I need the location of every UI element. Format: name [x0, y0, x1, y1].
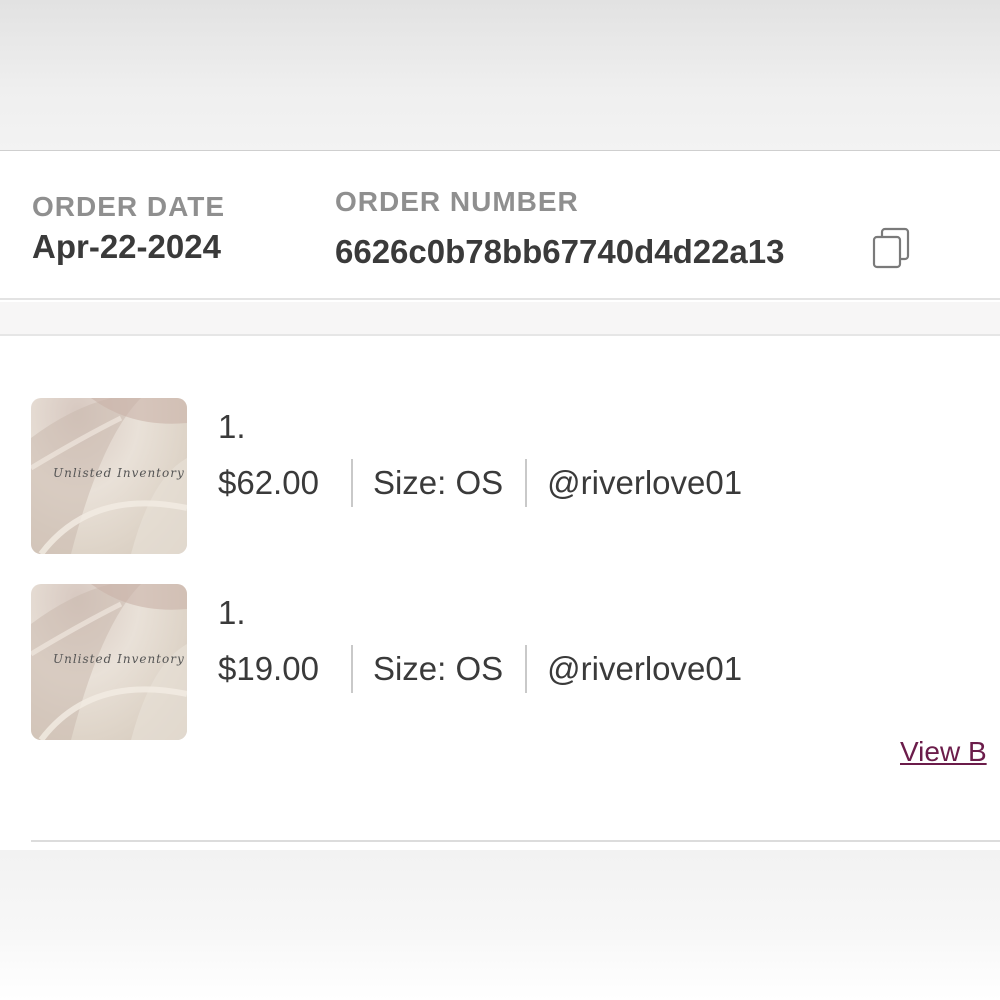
item-index: 1.	[218, 594, 246, 631]
copy-order-number-button[interactable]	[870, 226, 914, 270]
product-thumbnail[interactable]: Unlisted Inventory	[31, 584, 187, 740]
thumbnail-watermark: Unlisted Inventory	[53, 652, 185, 666]
order-card: ORDER DATE Apr-22-2024 ORDER NUMBER 6626…	[0, 150, 1000, 850]
seller-username-link[interactable]: @riverlove01	[547, 464, 742, 502]
divider	[525, 459, 528, 507]
thumbnail-watermark: Unlisted Inventory	[53, 466, 185, 480]
seller-username-link[interactable]: @riverlove01	[547, 650, 742, 688]
divider	[525, 645, 528, 693]
copy-icon	[872, 227, 910, 269]
order-header: ORDER DATE Apr-22-2024 ORDER NUMBER 6626…	[0, 150, 1000, 300]
order-date-value: Apr-22-2024	[32, 228, 221, 265]
view-bundle-link[interactable]: View B	[900, 736, 987, 768]
order-number-label: ORDER NUMBER	[335, 186, 579, 217]
item-size: Size: OS	[372, 650, 504, 687]
item-size: Size: OS	[372, 464, 504, 501]
item-details: $62.00 Size: OS @riverlove01	[218, 458, 742, 508]
order-number-value: 6626c0b78bb67740d4d22a13	[335, 233, 785, 270]
top-background	[0, 0, 1000, 150]
list-item[interactable]: Unlisted Inventory 1. $19.00 Size: OS @r…	[0, 584, 1000, 744]
bottom-divider	[31, 840, 1000, 842]
product-thumbnail[interactable]: Unlisted Inventory	[31, 398, 187, 554]
divider	[350, 459, 353, 507]
item-details: $19.00 Size: OS @riverlove01	[218, 644, 742, 694]
order-items-list: Unlisted Inventory 1. $62.00 Size: OS @r…	[0, 336, 1000, 850]
item-price: $19.00	[218, 650, 319, 687]
list-item[interactable]: Unlisted Inventory 1. $62.00 Size: OS @r…	[0, 398, 1000, 558]
divider	[350, 645, 353, 693]
bottom-background	[0, 850, 1000, 1000]
item-price: $62.00	[218, 464, 319, 501]
section-divider	[0, 302, 1000, 336]
item-index: 1.	[218, 408, 246, 445]
order-date-label: ORDER DATE	[32, 191, 226, 222]
